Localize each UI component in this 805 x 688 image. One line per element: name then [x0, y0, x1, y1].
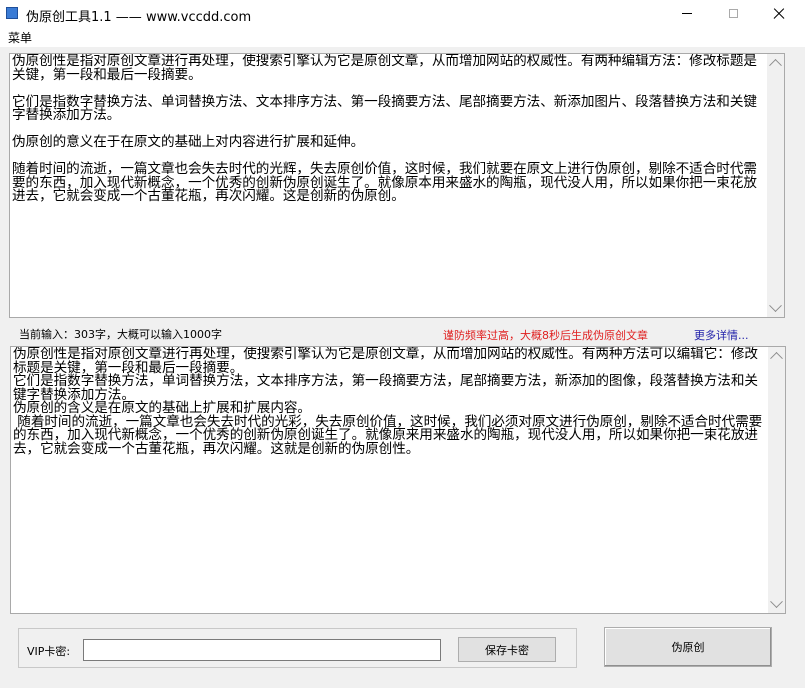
source-text[interactable]: 伪原创性是指对原创文章进行再处理，使搜索引擎认为它是原创文章，从而增加网站的权威… — [10, 54, 767, 317]
menu-item-menu[interactable]: 菜单 — [8, 29, 32, 46]
close-icon — [772, 7, 786, 21]
app-icon — [6, 7, 18, 19]
minimize-icon — [682, 13, 692, 14]
scroll-down-icon[interactable] — [769, 299, 782, 313]
result-text-box[interactable]: 伪原创性是指对原创文章进行再处理，使搜索引擎认为它是原创文章，从而增加网站的权威… — [10, 346, 786, 614]
scroll-up-icon[interactable] — [770, 351, 783, 365]
maximize-icon — [728, 9, 738, 18]
vip-key-label: VIP卡密: — [27, 645, 71, 658]
close-button[interactable] — [756, 0, 802, 27]
minimize-button[interactable] — [664, 0, 710, 27]
source-text-box[interactable]: 伪原创性是指对原创文章进行再处理，使搜索引擎认为它是原创文章，从而增加网站的权威… — [9, 53, 785, 318]
window-title: 伪原创工具1.1 —— www.vccdd.com — [26, 10, 252, 25]
save-key-button[interactable]: 保存卡密 — [458, 637, 556, 662]
more-details-link[interactable]: 更多详情... — [694, 327, 749, 343]
scroll-down-icon[interactable] — [770, 595, 783, 609]
result-text[interactable]: 伪原创性是指对原创文章进行再处理，使搜索引擎认为它是原创文章，从而增加网站的权威… — [11, 347, 768, 613]
source-scrollbar[interactable] — [767, 54, 784, 317]
scroll-up-icon[interactable] — [769, 58, 782, 72]
generate-button[interactable]: 伪原创 — [604, 627, 772, 667]
maximize-button[interactable] — [710, 0, 756, 27]
title-bar: 伪原创工具1.1 —— www.vccdd.com — [0, 0, 805, 28]
frequency-warning: 谨防频率过高，大概8秒后生成伪原创文章 — [443, 329, 648, 342]
vip-key-input[interactable] — [83, 639, 441, 661]
result-scrollbar[interactable] — [768, 347, 785, 613]
input-count-label: 当前输入：303字，大概可以输入1000字 — [19, 328, 222, 341]
menu-bar: 菜单 — [0, 27, 805, 47]
